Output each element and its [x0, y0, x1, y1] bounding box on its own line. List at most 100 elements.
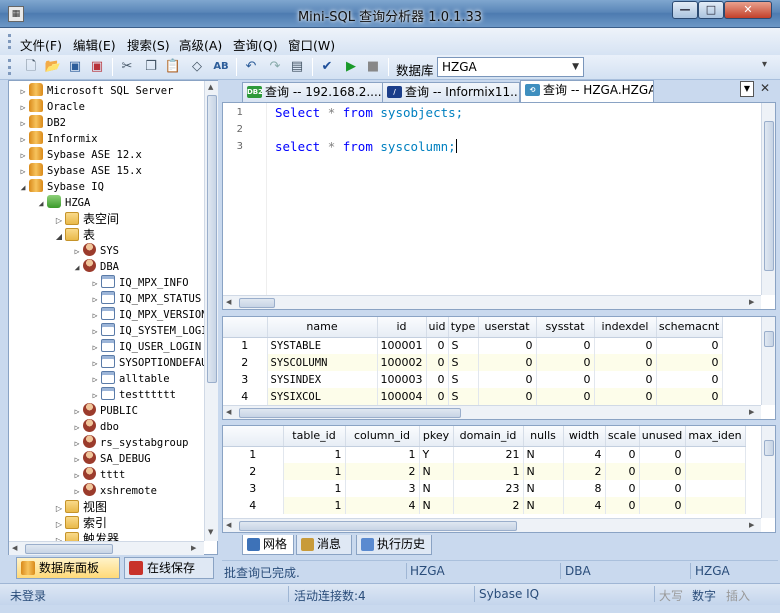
tab-list-dropdown[interactable]: ▼: [740, 81, 754, 97]
results-icon[interactable]: ▤: [288, 58, 306, 76]
table-cell[interactable]: 0: [656, 388, 723, 405]
expand-icon[interactable]: ▷: [89, 276, 101, 292]
paste-icon[interactable]: 📋: [164, 58, 182, 76]
table-cell[interactable]: SYSINDEX: [267, 371, 378, 388]
table-cell[interactable]: 0: [594, 337, 657, 354]
editor-horizontal-scroll-thumb[interactable]: [239, 298, 275, 308]
table-cell[interactable]: 0: [594, 388, 657, 405]
editor-vertical-scrollbar[interactable]: [761, 103, 775, 295]
menu-query[interactable]: 查询(Q): [233, 35, 278, 54]
tree-node[interactable]: ▷ 触发器: [53, 531, 119, 541]
expand-icon[interactable]: ▷: [17, 132, 29, 148]
scroll-right-icon[interactable]: ▶: [749, 521, 754, 529]
table-cell[interactable]: N: [419, 497, 454, 514]
table-cell[interactable]: [685, 446, 746, 463]
column-header[interactable]: id: [377, 317, 427, 338]
table-cell[interactable]: 0: [594, 354, 657, 371]
tree-node[interactable]: ◢ DBA: [71, 259, 119, 275]
new-icon[interactable]: 🗋: [22, 58, 40, 76]
scroll-left-icon[interactable]: ◀: [226, 298, 231, 306]
expand-icon[interactable]: ▷: [17, 148, 29, 164]
scroll-left-icon[interactable]: ◀: [226, 408, 231, 416]
table-cell[interactable]: [685, 497, 746, 514]
table-cell[interactable]: 0: [605, 480, 640, 497]
column-header[interactable]: scale: [605, 426, 640, 447]
table-cell[interactable]: [685, 480, 746, 497]
expand-icon[interactable]: ▷: [71, 452, 83, 468]
column-header[interactable]: [223, 317, 268, 338]
expand-icon[interactable]: ▷: [71, 468, 83, 484]
tree-vertical-scrollbar[interactable]: ▲ ▼: [204, 81, 218, 541]
tree-node[interactable]: ▷ 表空间: [53, 211, 119, 227]
tab-query-informix[interactable]: / 查询 -- Informix11....: [382, 82, 520, 102]
column-header[interactable]: [223, 426, 284, 447]
table-cell[interactable]: 21: [453, 446, 524, 463]
open-icon[interactable]: 📂: [44, 58, 62, 76]
chevron-down-icon[interactable]: ▼: [572, 58, 579, 76]
table-row[interactable]: 2 SYSCOLUMN 100002 0 S 0 0 0 0: [223, 354, 723, 371]
database-select[interactable]: HZGA ▼: [437, 57, 584, 77]
table-row[interactable]: 3 SYSINDEX 100003 0 S 0 0 0 0: [223, 371, 723, 388]
table-cell[interactable]: 0: [639, 480, 686, 497]
column-header[interactable]: table_id: [283, 426, 346, 447]
tab-grid[interactable]: 网格: [242, 535, 294, 555]
check-icon[interactable]: ✔: [318, 58, 336, 76]
toolbar-overflow-icon[interactable]: ▾: [762, 59, 767, 70]
row-number[interactable]: 3: [223, 480, 284, 497]
collapse-icon[interactable]: ◢: [71, 260, 83, 276]
tree-node[interactable]: ▷ testttttt: [89, 387, 176, 403]
table-cell[interactable]: N: [523, 480, 564, 497]
table-cell[interactable]: 100001: [377, 337, 427, 354]
toolbar-grip[interactable]: [8, 59, 11, 75]
table-cell[interactable]: 0: [536, 354, 595, 371]
row-number[interactable]: 3: [223, 371, 268, 388]
tree-vertical-scroll-thumb[interactable]: [207, 95, 217, 383]
expand-icon[interactable]: ▷: [89, 324, 101, 340]
run-icon[interactable]: ▶: [342, 58, 360, 76]
tree-node[interactable]: ▷ Oracle: [17, 99, 85, 115]
row-number[interactable]: 2: [223, 354, 268, 371]
table-cell[interactable]: 0: [536, 371, 595, 388]
tree-node[interactable]: ▷ IQ_MPX_VERSION: [89, 307, 204, 323]
tree-node[interactable]: ▷ Sybase ASE 12.x: [17, 147, 142, 163]
grid-vertical-scrollbar[interactable]: [761, 426, 775, 518]
table-cell[interactable]: 4: [563, 446, 606, 463]
table-cell[interactable]: 0: [656, 337, 723, 354]
menu-window[interactable]: 窗口(W): [288, 35, 335, 54]
table-cell[interactable]: N: [523, 497, 564, 514]
table-cell[interactable]: 0: [656, 371, 723, 388]
tree-node[interactable]: ▷ SA_DEBUG: [71, 451, 151, 467]
spellcheck-icon[interactable]: AB: [212, 58, 230, 76]
table-cell[interactable]: 100003: [377, 371, 427, 388]
grid-vertical-scrollbar[interactable]: [761, 317, 775, 405]
tab-query-db2[interactable]: DB2 查询 -- 192.168.2....: [242, 82, 394, 102]
tree-node[interactable]: ▷ dbo: [71, 419, 119, 435]
table-cell[interactable]: 0: [426, 337, 449, 354]
scroll-left-icon[interactable]: ◀: [226, 521, 231, 529]
table-cell[interactable]: [685, 463, 746, 480]
expand-icon[interactable]: ▷: [89, 356, 101, 372]
tree-node[interactable]: ▷ IQ_SYSTEM_LOGIN: [89, 323, 204, 339]
maximize-button[interactable]: □: [698, 1, 724, 19]
expand-icon[interactable]: ▷: [89, 308, 101, 324]
tree-horizontal-scrollbar[interactable]: ◀ ▶: [9, 541, 204, 555]
grid-horizontal-scrollbar[interactable]: ◀ ▶: [223, 405, 761, 419]
tree-node[interactable]: ▷ Informix: [17, 131, 98, 147]
table-row[interactable]: 414N2N400: [223, 497, 746, 514]
tree-node[interactable]: ▷ SYSOPTIONDEFAULTS: [89, 355, 204, 371]
table-cell[interactable]: SYSTABLE: [267, 337, 378, 354]
table-cell[interactable]: 100002: [377, 354, 427, 371]
table-cell[interactable]: 0: [426, 354, 449, 371]
table-cell[interactable]: 0: [639, 446, 686, 463]
tree-node[interactable]: ◢ HZGA: [35, 195, 90, 211]
grid-horizontal-scroll-thumb[interactable]: [239, 521, 517, 531]
table-cell[interactable]: 1: [345, 446, 420, 463]
eraser-icon[interactable]: ◇: [188, 58, 206, 76]
editor-horizontal-scrollbar[interactable]: ◀ ▶: [223, 295, 761, 309]
undo-icon[interactable]: ↶: [242, 58, 260, 76]
tree-node[interactable]: ▷ tttt: [71, 467, 125, 483]
column-header[interactable]: nulls: [523, 426, 564, 447]
tree-node[interactable]: ▷ IQ_USER_LOGIN: [89, 339, 201, 355]
tab-messages[interactable]: 消息: [296, 535, 352, 555]
table-cell[interactable]: 3: [345, 480, 420, 497]
